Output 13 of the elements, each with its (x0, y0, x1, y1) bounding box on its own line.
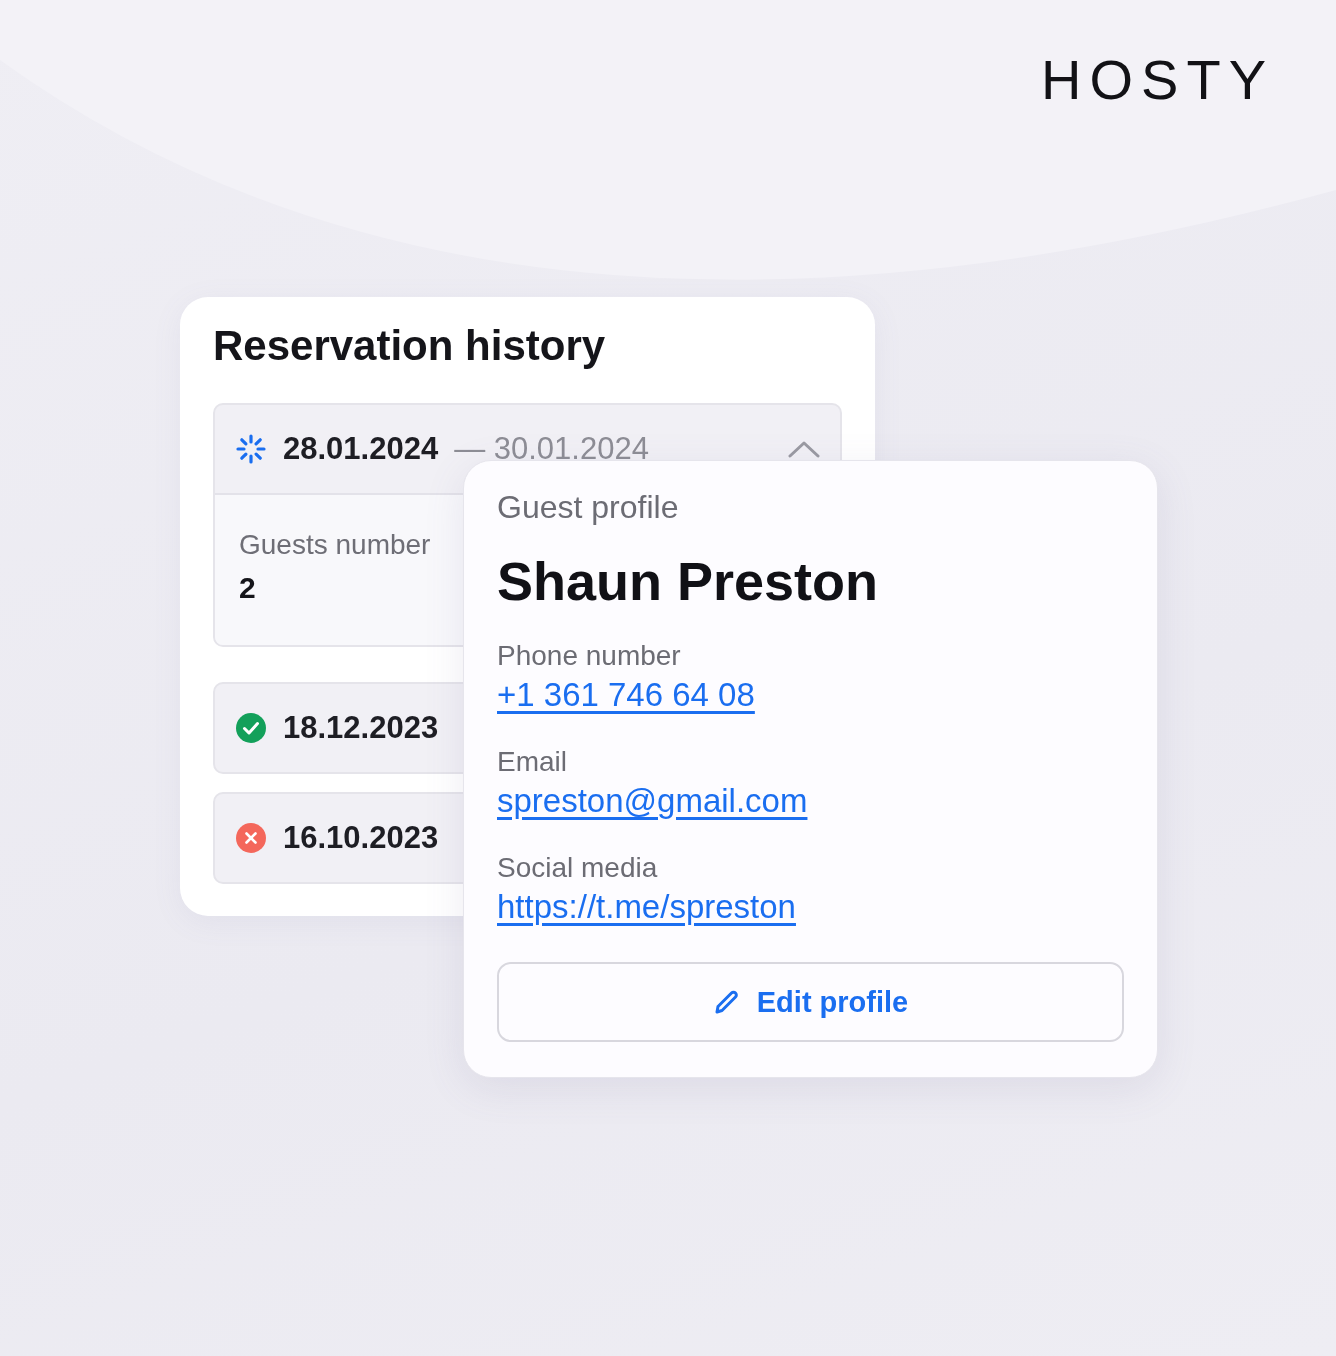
field-label: Social media (497, 852, 658, 884)
hosty-logo: HOSTY (1041, 50, 1274, 110)
card-title: Reservation history (213, 321, 607, 371)
end-date: — 30.01.2024 (454, 431, 649, 467)
field-label: Email (497, 746, 567, 778)
guest-name: Shaun Preston (497, 550, 879, 612)
detail-value: 2 (239, 571, 256, 605)
start-date: 18.12.2023 (283, 710, 439, 746)
detail-label: Guests number (239, 529, 432, 561)
field-label: Phone number (497, 640, 681, 672)
card-heading: Guest profile (497, 489, 679, 526)
start-date: 16.10.2023 (283, 820, 439, 856)
start-date: 28.01.2024 (283, 431, 439, 467)
